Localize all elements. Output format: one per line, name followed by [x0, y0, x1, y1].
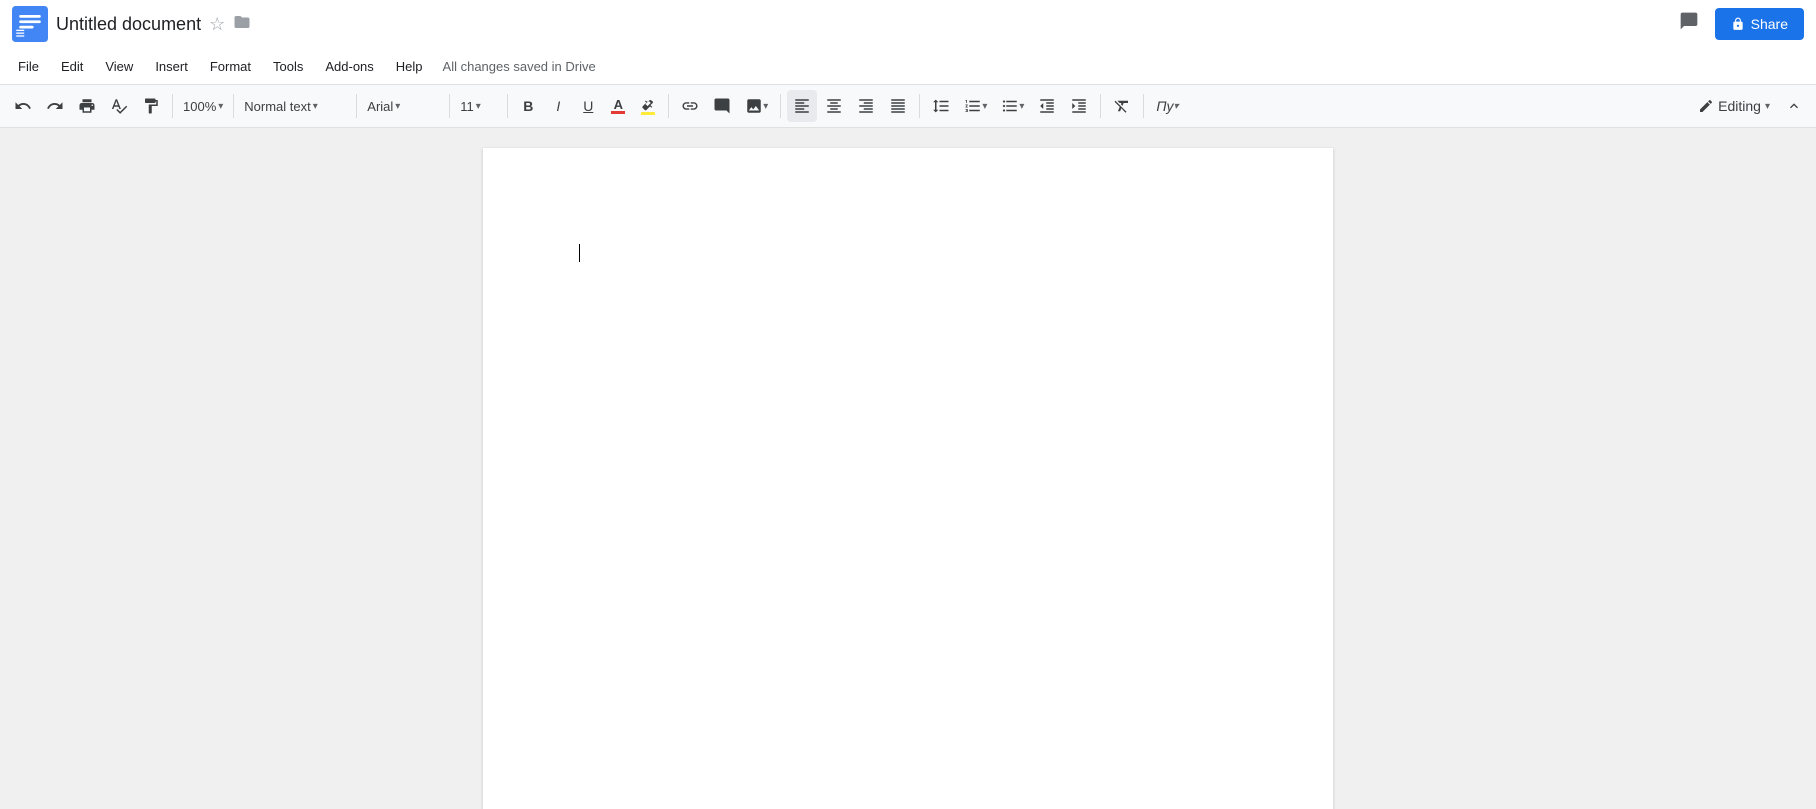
style-value: Normal text: [244, 99, 310, 114]
share-button[interactable]: Share: [1715, 8, 1804, 40]
separator-4: [449, 94, 450, 118]
style-chevron: ▾: [313, 101, 318, 112]
increase-indent-button[interactable]: [1064, 90, 1094, 122]
document-area[interactable]: [0, 128, 1816, 809]
comments-button[interactable]: [1673, 5, 1705, 43]
separator-5: [507, 94, 508, 118]
numbered-list-chevron: ▾: [982, 101, 987, 112]
share-label: Share: [1751, 16, 1788, 32]
svg-text:≡: ≡: [16, 24, 25, 42]
line-spacing-button[interactable]: [926, 90, 956, 122]
menu-tools[interactable]: Tools: [263, 55, 313, 78]
decrease-indent-button[interactable]: [1032, 90, 1062, 122]
clear-formatting-button[interactable]: [1107, 90, 1137, 122]
separator-9: [1100, 94, 1101, 118]
menu-view[interactable]: View: [95, 55, 143, 78]
menu-edit[interactable]: Edit: [51, 55, 93, 78]
zoom-chevron: ▾: [218, 101, 223, 112]
text-color-indicator: [611, 111, 625, 114]
spellcheck-button[interactable]: [104, 90, 134, 122]
separator-1: [172, 94, 173, 118]
insert-image-button[interactable]: ▾: [739, 90, 774, 122]
align-right-button[interactable]: [851, 90, 881, 122]
menu-file[interactable]: File: [8, 55, 49, 78]
underline-button[interactable]: U: [574, 90, 602, 122]
bulleted-list-button[interactable]: ▾: [995, 90, 1030, 122]
separator-2: [233, 94, 234, 118]
bulleted-list-chevron: ▾: [1019, 101, 1024, 112]
bold-button[interactable]: B: [514, 90, 542, 122]
insert-link-button[interactable]: [675, 90, 705, 122]
document-title[interactable]: Untitled document: [56, 14, 201, 35]
italic-button[interactable]: I: [544, 90, 572, 122]
menu-addons[interactable]: Add-ons: [315, 55, 383, 78]
font-chevron: ▾: [395, 101, 400, 112]
menu-help[interactable]: Help: [386, 55, 433, 78]
special-chars-chevron: ▾: [1174, 101, 1179, 112]
document-page[interactable]: [483, 148, 1333, 809]
image-chevron: ▾: [763, 101, 768, 112]
align-center-button[interactable]: [819, 90, 849, 122]
zoom-value: 100%: [183, 99, 216, 114]
separator-8: [919, 94, 920, 118]
separator-3: [356, 94, 357, 118]
text-cursor: [579, 244, 580, 262]
menu-insert[interactable]: Insert: [145, 55, 198, 78]
toolbar: 100% ▾ Normal text ▾ Arial ▾ 11 ▾ B I U …: [0, 84, 1816, 128]
saved-status: All changes saved in Drive: [443, 59, 596, 74]
docs-logo-icon: ≡: [12, 6, 48, 42]
highlight-color-indicator: [641, 112, 655, 115]
zoom-select[interactable]: 100% ▾: [179, 90, 227, 122]
collapse-toolbar-button[interactable]: [1780, 90, 1808, 122]
text-color-button[interactable]: A: [604, 90, 632, 122]
style-select[interactable]: Normal text ▾: [240, 90, 350, 122]
star-icon[interactable]: ☆: [209, 14, 225, 35]
special-chars-button[interactable]: Пу ▾: [1150, 90, 1184, 122]
align-left-button[interactable]: [787, 90, 817, 122]
font-select[interactable]: Arial ▾: [363, 90, 443, 122]
undo-button[interactable]: [8, 90, 38, 122]
fontsize-value: 11: [460, 99, 474, 114]
print-button[interactable]: [72, 90, 102, 122]
folder-icon[interactable]: [233, 13, 251, 36]
editing-mode-selector[interactable]: Editing ▾: [1690, 94, 1778, 118]
editing-mode-label: Editing: [1718, 98, 1761, 114]
fontsize-chevron: ▾: [476, 101, 481, 112]
insert-comment-button[interactable]: [707, 90, 737, 122]
title-bar: ≡ Untitled document ☆ Share: [0, 0, 1816, 48]
menu-format[interactable]: Format: [200, 55, 261, 78]
redo-button[interactable]: [40, 90, 70, 122]
paint-format-button[interactable]: [136, 90, 166, 122]
editing-mode-chevron: ▾: [1765, 101, 1770, 112]
justify-button[interactable]: [883, 90, 913, 122]
separator-10: [1143, 94, 1144, 118]
fontsize-select[interactable]: 11 ▾: [456, 90, 501, 122]
special-chars-label: Пу: [1156, 98, 1173, 114]
menu-bar: File Edit View Insert Format Tools Add-o…: [0, 48, 1816, 84]
header-right: Share: [1673, 5, 1804, 43]
font-value: Arial: [367, 99, 393, 114]
numbered-list-button[interactable]: ▾: [958, 90, 993, 122]
text-color-label: A: [614, 98, 623, 111]
separator-7: [780, 94, 781, 118]
separator-6: [668, 94, 669, 118]
highlight-color-button[interactable]: [634, 90, 662, 122]
